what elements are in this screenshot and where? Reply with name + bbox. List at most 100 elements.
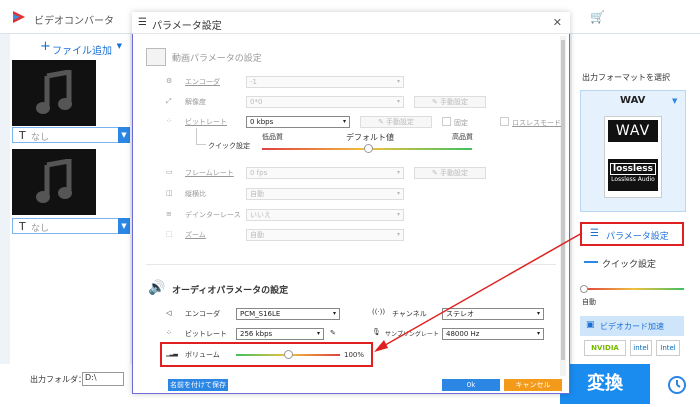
- tree-connector: [196, 128, 197, 144]
- add-file-label: ファイル追加: [52, 46, 112, 57]
- subtitle-value: なし: [31, 224, 50, 234]
- chevron-down-icon[interactable]: ▼: [117, 42, 122, 50]
- framerate-value: 0 fps: [250, 169, 268, 177]
- subtitle-select[interactable]: T なし ▼: [12, 218, 130, 234]
- manual-setting-button[interactable]: ✎ 手動設定: [414, 167, 486, 179]
- ok-button[interactable]: 0k: [442, 379, 500, 391]
- manual-setting-label: 手動設定: [386, 118, 415, 126]
- lossless-badge: lossless Lossless Audio: [608, 159, 658, 191]
- audio-encoder-select[interactable]: PCM_S16LE ▾: [236, 308, 340, 320]
- resize-icon: ⤢: [166, 97, 172, 105]
- manual-setting-button[interactable]: ✎ 手動設定: [414, 96, 486, 108]
- audio-bitrate-select[interactable]: 256 kbps ▾: [236, 328, 324, 340]
- pencil-icon[interactable]: ✎: [330, 329, 336, 337]
- video-encoder-label: エンコーダ: [185, 78, 220, 86]
- music-note-icon: [36, 70, 72, 114]
- parameter-settings-label: パラメータ設定: [606, 232, 669, 242]
- add-file-button[interactable]: + ファイル追加 ▼: [10, 38, 130, 58]
- cancel-button[interactable]: キャンセル: [504, 379, 562, 391]
- chevron-down-icon: ▾: [396, 190, 400, 197]
- alarm-clock-icon: [668, 376, 686, 394]
- convert-button[interactable]: 変換: [560, 364, 650, 404]
- tree-connector: [196, 144, 206, 145]
- annotation-arrow: [374, 232, 583, 352]
- quality-slider[interactable]: [584, 288, 684, 290]
- plus-icon: +: [40, 39, 51, 54]
- manual-setting-label: 手動設定: [440, 98, 469, 106]
- aspect-ratio-value: 自動: [250, 190, 264, 198]
- video-encoder-value: -1: [250, 78, 257, 86]
- aspect-ratio-label: 縦横比: [185, 190, 206, 198]
- text-icon: T: [19, 220, 26, 233]
- chevron-down-icon: ▼: [118, 218, 130, 234]
- video-bitrate-label: ビットレート: [185, 118, 227, 126]
- alarm-button[interactable]: [654, 364, 700, 404]
- resolution-select[interactable]: 0*0 ▾: [246, 96, 404, 108]
- intel-badge: intel: [630, 340, 652, 356]
- audio-bitrate-value: 256 kbps: [240, 330, 273, 338]
- pencil-icon: ✎: [377, 118, 387, 126]
- chevron-down-icon: ▾: [396, 211, 400, 218]
- quick-settings-label: クイック設定: [208, 142, 250, 150]
- framerate-label: フレームレート: [185, 169, 234, 177]
- zoom-value: 自動: [250, 231, 264, 239]
- wav-card-title: WAV: [608, 120, 658, 142]
- deinterlace-select[interactable]: いいえ ▾: [246, 209, 404, 221]
- nvidia-badge: NVIDIA: [584, 340, 626, 356]
- music-note-icon: [36, 159, 72, 203]
- default-quality-label: デフォルト値: [346, 133, 394, 142]
- aspect-ratio-select[interactable]: 自動 ▾: [246, 188, 404, 200]
- cbr-checkbox[interactable]: [442, 117, 451, 126]
- audio-section-title: オーディオパラメータの設定: [172, 286, 289, 296]
- subtitle-value: なし: [31, 133, 50, 143]
- zoom-icon: ⬚: [166, 230, 173, 238]
- chevron-down-icon: ▾: [332, 310, 336, 317]
- high-quality-label: 高品質: [452, 133, 473, 141]
- chevron-down-icon: ▾: [342, 118, 346, 125]
- video-settings-icon: [146, 48, 166, 66]
- chevron-down-icon[interactable]: ▼: [672, 97, 677, 105]
- wav-format-card: WAV lossless Lossless Audio: [604, 116, 662, 198]
- deinterlace-icon: ≡: [166, 210, 172, 218]
- save-as-button[interactable]: 名前を付けて保存: [168, 379, 228, 391]
- framerate-select[interactable]: 0 fps ▾: [246, 167, 404, 179]
- video-quality-handle[interactable]: [364, 144, 373, 153]
- video-bitrate-select[interactable]: 0 kbps ▾: [246, 116, 350, 128]
- output-folder-input[interactable]: D:\: [82, 372, 124, 386]
- sliders-icon: ☰: [138, 17, 147, 28]
- subtitle-select[interactable]: T なし ▼: [12, 127, 130, 143]
- video-encoder-select[interactable]: -1 ▾: [246, 76, 404, 88]
- text-icon: T: [19, 129, 26, 142]
- low-quality-label: 低品質: [262, 133, 283, 141]
- app-logo-icon: [13, 11, 25, 23]
- audio-encoder-value: PCM_S16LE: [240, 310, 281, 318]
- manual-setting-button[interactable]: ✎ 手動設定: [360, 116, 432, 128]
- quick-settings-button[interactable]: クイック設定: [602, 257, 656, 270]
- file-thumbnail[interactable]: [12, 149, 96, 215]
- bitrate-icon: ⁘: [166, 117, 172, 125]
- chevron-down-icon: ▾: [396, 78, 400, 85]
- deinterlace-value: いいえ: [250, 211, 271, 219]
- gpu-acceleration-label: ビデオカード加速: [600, 322, 664, 331]
- parameter-settings-button[interactable]: ☰ パラメータ設定: [580, 222, 684, 246]
- close-icon[interactable]: ✕: [553, 16, 562, 29]
- audio-settings-icon: 🔊: [148, 280, 166, 296]
- lossless-subtext: Lossless Audio: [611, 176, 655, 183]
- dialog-title: パラメータ設定: [152, 21, 222, 32]
- chevron-down-icon: ▾: [396, 98, 400, 105]
- resolution-label: 解像度: [185, 98, 206, 106]
- quick-settings-icon: [584, 261, 598, 263]
- lossless-mode-label: ロスレスモード: [512, 119, 561, 127]
- lossless-checkbox[interactable]: [500, 117, 509, 126]
- lossless-text: lossless: [610, 163, 656, 175]
- cart-icon[interactable]: 🛒: [590, 10, 605, 24]
- resolution-value: 0*0: [250, 98, 263, 106]
- chevron-down-icon: ▾: [316, 330, 320, 337]
- pencil-icon: ✎: [431, 169, 441, 177]
- gpu-acceleration-button[interactable]: ▣ ビデオカード加速: [580, 316, 684, 336]
- audio-encoder-label: エンコーダ: [185, 310, 220, 318]
- film-icon: ▭: [166, 168, 173, 176]
- volume-highlight-box: [160, 342, 373, 367]
- file-thumbnail[interactable]: [12, 60, 96, 126]
- video-bitrate-value: 0 kbps: [250, 118, 274, 126]
